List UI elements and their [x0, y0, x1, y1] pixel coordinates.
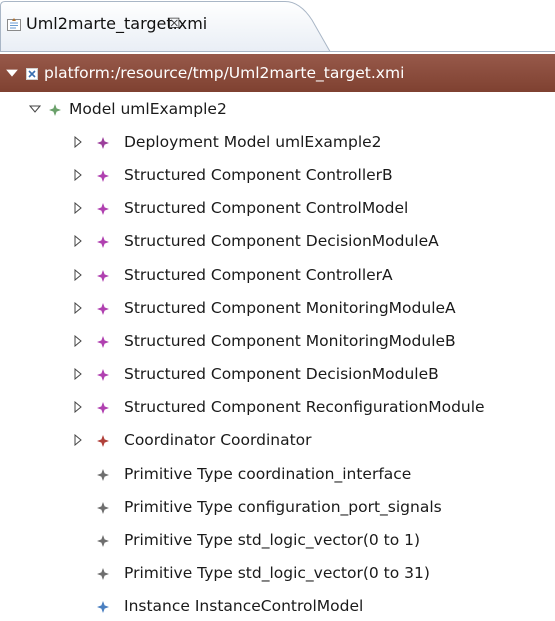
tree-item-row[interactable]: Instance InstanceControlModel: [0, 590, 555, 621]
tab-uml2marte-target[interactable]: Uml2marte_target.xmi ☒: [0, 0, 330, 52]
tree-item-label: Instance InstanceControlModel: [124, 597, 364, 616]
tree-root-row[interactable]: platform:/resource/tmp/Uml2marte_target.…: [0, 54, 555, 92]
xmi-editor: Uml2marte_target.xmi ☒ platform:/resourc…: [0, 0, 555, 621]
tree-item-row[interactable]: Structured Component DecisionModuleA: [0, 225, 555, 258]
tree-item-row[interactable]: Structured Component MonitoringModuleA: [0, 291, 555, 324]
expand-toggle-icon[interactable]: [6, 54, 20, 92]
expand-toggle-icon[interactable]: [29, 92, 43, 125]
tree-item-label: Coordinator Coordinator: [124, 431, 312, 450]
expand-toggle-icon[interactable]: [72, 324, 86, 357]
tree-item-label: Primitive Type std_logic_vector(0 to 1): [124, 531, 421, 550]
tree-item-label: Structured Component MonitoringModuleA: [124, 298, 456, 317]
expand-toggle-icon[interactable]: [72, 158, 86, 191]
leaf-spacer: [72, 557, 86, 590]
tree-item-label: Structured Component MonitoringModuleB: [124, 331, 456, 350]
close-icon[interactable]: ☒: [168, 14, 181, 34]
tree-item-row[interactable]: Coordinator Coordinator: [0, 424, 555, 457]
tree-item-row[interactable]: Structured Component ReconfigurationModu…: [0, 391, 555, 424]
tree-item-row[interactable]: Structured Component DecisionModuleB: [0, 358, 555, 391]
tree-item-label: Structured Component ControllerA: [124, 265, 393, 284]
tree-item-label: Structured Component ControlModel: [124, 199, 409, 218]
structured-component-icon: [96, 334, 110, 348]
tree-item-label: Primitive Type coordination_interface: [124, 464, 412, 483]
tree-item-row[interactable]: Structured Component ControlModel: [0, 192, 555, 225]
structured-component-icon: [96, 201, 110, 216]
primitive-type-icon: [96, 467, 110, 481]
tree-item-label: Deployment Model umlExample2: [124, 132, 382, 151]
structured-component-icon: [96, 268, 110, 282]
leaf-spacer: [72, 457, 86, 490]
structured-component-icon: [96, 168, 110, 182]
expand-toggle-icon[interactable]: [72, 391, 86, 424]
tree-item-label: Structured Component ReconfigurationModu…: [124, 398, 485, 417]
tree-item-label: Structured Component DecisionModuleA: [124, 232, 439, 251]
leaf-spacer: [72, 523, 86, 556]
xmi-resource-icon: [6, 17, 22, 33]
tree-item-label: Primitive Type configuration_port_signal…: [124, 497, 442, 516]
tree-item-label: Primitive Type std_logic_vector(0 to 31): [124, 564, 430, 583]
tree-model-label: Model umlExample2: [69, 99, 227, 118]
tree-item-row[interactable]: Primitive Type std_logic_vector(0 to 1): [0, 523, 555, 556]
primitive-type-icon: [96, 500, 110, 514]
tree-item-row[interactable]: Structured Component ControllerB: [0, 158, 555, 191]
model-icon: [48, 102, 62, 116]
tree-root-label: platform:/resource/tmp/Uml2marte_target.…: [44, 64, 405, 82]
expand-toggle-icon[interactable]: [72, 258, 86, 291]
expand-toggle-icon[interactable]: [72, 358, 86, 391]
tree-item-row[interactable]: Primitive Type configuration_port_signal…: [0, 490, 555, 523]
primitive-type-icon: [96, 566, 110, 581]
leaf-spacer: [72, 590, 86, 621]
tree-item-label: Structured Component ControllerB: [124, 165, 393, 184]
expand-toggle-icon[interactable]: [72, 192, 86, 225]
editor-tab-bar: Uml2marte_target.xmi ☒: [0, 0, 555, 52]
structured-component-icon: [96, 301, 110, 315]
tree-item-row[interactable]: Structured Component MonitoringModuleB: [0, 324, 555, 357]
instance-icon: [96, 599, 110, 614]
primitive-type-icon: [96, 533, 110, 548]
expand-toggle-icon[interactable]: [72, 291, 86, 324]
coordinator-icon: [96, 433, 110, 448]
deployment-model-icon: [96, 135, 110, 149]
structured-component-icon: [96, 400, 110, 415]
tree-item-row[interactable]: Primitive Type coordination_interface: [0, 457, 555, 490]
resource-tree: platform:/resource/tmp/Uml2marte_target.…: [0, 54, 555, 621]
tree-model-row[interactable]: Model umlExample2: [0, 92, 555, 125]
tree-item-row[interactable]: Primitive Type std_logic_vector(0 to 31): [0, 557, 555, 590]
structured-component-icon: [96, 367, 110, 382]
tree-item-row[interactable]: Structured Component ControllerA: [0, 258, 555, 291]
leaf-spacer: [72, 490, 86, 523]
expand-toggle-icon[interactable]: [72, 424, 86, 457]
structured-component-icon: [96, 234, 110, 249]
tree-item-row[interactable]: Deployment Model umlExample2: [0, 125, 555, 158]
expand-toggle-icon[interactable]: [72, 225, 86, 258]
model-children: Deployment Model umlExample2 Structured C…: [0, 125, 555, 621]
xmi-file-icon: [25, 66, 39, 80]
tree-item-label: Structured Component DecisionModuleB: [124, 365, 439, 384]
expand-toggle-icon[interactable]: [72, 125, 86, 158]
